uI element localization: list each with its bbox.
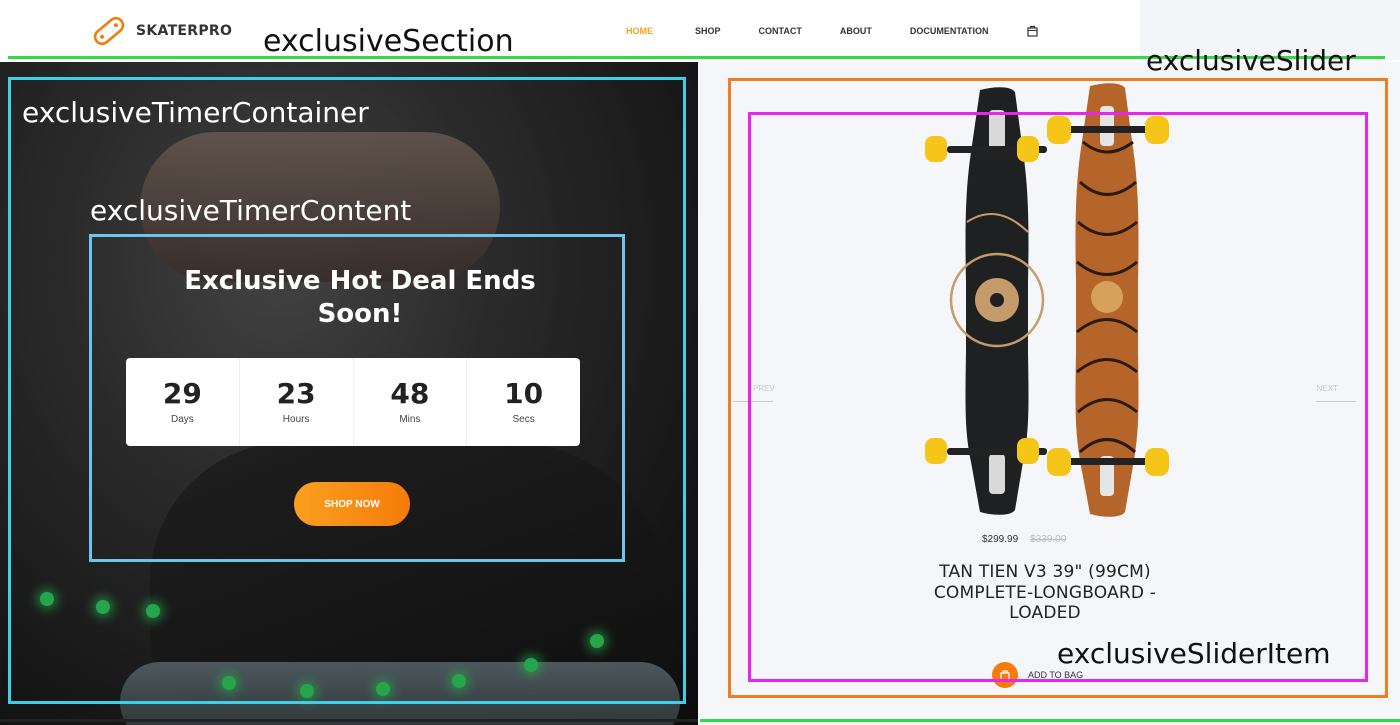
price-current: $299.99	[982, 534, 1019, 545]
main-nav: HOME SHOP CONTACT ABOUT DOCUMENTATION	[626, 25, 1038, 37]
product-title[interactable]: TAN TIEN V3 39" (99CM) COMPLETE-LONGBOAR…	[900, 562, 1190, 624]
timer-cell-hours: 23 Hours	[240, 358, 354, 446]
slider-next-button[interactable]: NEXT	[1308, 382, 1356, 412]
next-label: NEXT	[1316, 384, 1338, 393]
nav-item-contact[interactable]: CONTACT	[759, 26, 802, 36]
countdown-timer: 29 Days 23 Hours 48 Mins 10 Secs	[126, 358, 580, 446]
nav-item-home[interactable]: HOME	[626, 26, 653, 36]
timer-unit: Days	[170, 413, 194, 425]
nav-item-documentation[interactable]: DOCUMENTATION	[910, 26, 989, 36]
timer-cell-mins: 48 Mins	[354, 358, 468, 446]
product-price: $299.99 $339.00	[982, 534, 1066, 545]
annotation-exclusive-slider: exclusiveSlider	[1146, 44, 1356, 77]
logo[interactable]: SKATERPRO	[88, 10, 232, 52]
timer-value: 10	[504, 377, 544, 411]
shopping-bag-icon[interactable]	[1026, 25, 1038, 37]
timer-cell-secs: 10 Secs	[467, 358, 580, 446]
arrow-right-icon	[1316, 401, 1356, 402]
skateboard-logo-icon	[93, 16, 125, 46]
exclusive-section-bottom-line-left	[0, 719, 698, 722]
timer-unit: Hours	[282, 413, 310, 425]
price-old: $339.00	[1030, 534, 1067, 545]
timer-unit: Secs	[512, 413, 535, 425]
site-header: SKATERPRO HOME SHOP CONTACT ABOUT DOCUME…	[0, 0, 1140, 60]
longboard-product-image[interactable]	[925, 82, 1175, 522]
prev-label: PREV	[753, 384, 775, 393]
annotation-exclusive-timer-container: exclusiveTimerContainer	[22, 96, 369, 129]
nav-item-about[interactable]: ABOUT	[840, 26, 872, 36]
timer-value: 29	[162, 377, 202, 411]
timer-title: Exclusive Hot Deal Ends Soon!	[184, 266, 536, 329]
arrow-left-icon	[733, 401, 773, 402]
longboard-black	[925, 87, 1047, 515]
annotation-exclusive-slider-item: exclusiveSliderItem	[1057, 637, 1331, 670]
annotation-exclusive-section: exclusiveSection	[263, 24, 514, 59]
timer-value: 23	[276, 377, 316, 411]
exclusive-section-bottom-line-right	[700, 719, 1400, 722]
slider-prev-button[interactable]: PREV	[733, 382, 779, 412]
longboard-tiger-stripe	[1047, 83, 1169, 517]
timer-value: 48	[390, 377, 430, 411]
logo-text: SKATERPRO	[136, 23, 233, 39]
timer-unit: Mins	[399, 413, 421, 425]
shopping-bag-icon	[992, 662, 1018, 688]
timer-cell-days: 29 Days	[126, 358, 240, 446]
add-to-bag-label: ADD TO BAG	[1028, 670, 1084, 680]
nav-item-shop[interactable]: SHOP	[695, 26, 721, 36]
annotation-exclusive-timer-content: exclusiveTimerContent	[90, 194, 412, 227]
shop-now-button[interactable]: SHOP NOW	[294, 482, 410, 526]
